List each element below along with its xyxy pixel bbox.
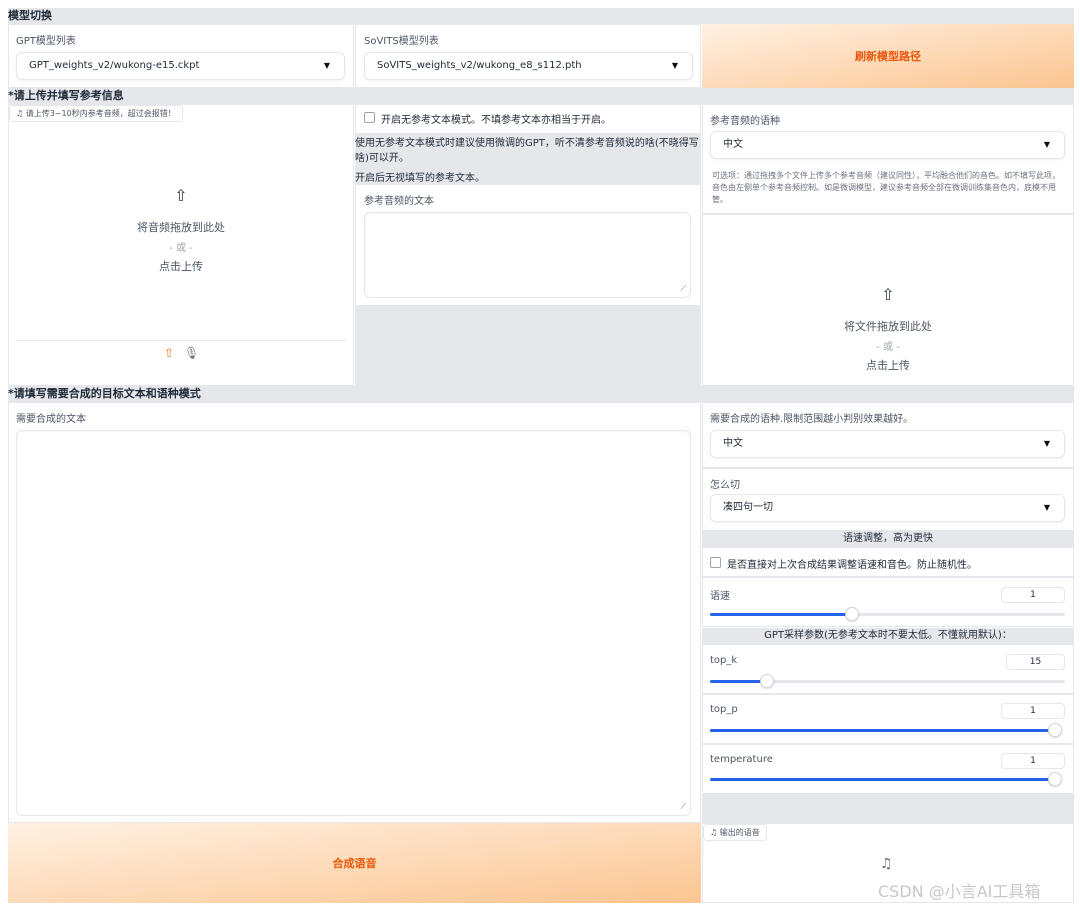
right-filler [702,794,1074,823]
ref-text-input[interactable]: ⟋ [364,212,691,298]
cut-method-select[interactable]: 凑四句一切 ▼ [710,494,1065,522]
top-k-slider-thumb[interactable] [759,674,774,688]
speed-header: 语速调整，高为更快 [702,531,1074,547]
top-p-number-input[interactable]: 1 [1001,703,1065,719]
resize-handle[interactable]: ⟋ [680,802,686,812]
chevron-down-icon: ▼ [1043,503,1050,512]
target-text-label: 需要合成的文本 [16,414,86,425]
speed-label: 语速 [710,591,730,602]
sovits-model-value: SoVITS_weights_v2/wukong_e8_s112.pth [377,60,582,71]
ref-lang-select[interactable]: 中文 ▼ [710,131,1065,159]
temperature-slider-thumb[interactable] [1048,772,1062,786]
target-text-input[interactable]: ⟋ [16,430,691,816]
sovits-model-label: SoVITS模型列表 [364,36,439,47]
target-lang-label: 需要合成的语种.限制范围越小判别效果越好。 [710,414,914,425]
output-audio-chip-text: 输出的语音 [719,828,760,837]
speed-checkbox-label: 是否直接对上次合成结果调整语速和音色。防止随机性。 [727,560,977,571]
multi-upload-click-text: 点击上传 [866,359,910,372]
speed-slider[interactable] [710,607,1065,621]
speed-slider-thumb[interactable] [845,607,859,621]
cut-method-value: 凑四句一切 [723,502,773,513]
target-lang-value: 中文 [723,438,743,449]
synthesize-button[interactable]: 合成语音 [8,823,701,903]
ref-audio-click-text: 点击上传 [159,260,203,273]
temperature-slider-fill [710,778,1055,781]
temperature-number-input[interactable]: 1 [1001,753,1065,769]
music-note-icon: ♫ [710,828,718,837]
upload-icon[interactable]: ⇧ [164,346,174,360]
output-audio-chip: ♫ 输出的语音 [703,824,767,841]
top-p-panel [702,694,1074,744]
top-p-slider[interactable] [710,723,1062,737]
chevron-down-icon: ▼ [1043,140,1050,149]
resize-handle[interactable]: ⟋ [680,284,686,294]
section-target-title: *请填写需要合成的目标文本和语种模式 [8,386,1074,402]
section-model-switch-title: 模型切换 [8,9,52,22]
top-p-label: top_p [710,704,738,715]
chevron-down-icon: ▼ [1043,439,1050,448]
multi-upload-dropzone[interactable]: ⇧ 将文件拖放到此处 - 或 - 点击上传 [702,285,1074,373]
section-reference-title: *请上传并填写参考信息 [8,88,1074,104]
refresh-models-button[interactable]: 刷新模型路径 [702,24,1074,88]
chevron-down-icon: ▼ [671,61,678,70]
multi-upload-drop-text: 将文件拖放到此处 [844,320,932,333]
no-ref-info-line2: 开启后无视填写的参考文本。 [355,173,485,184]
no-ref-checkbox[interactable] [364,112,375,123]
ref-audio-chip: ♫ 请上传3~10秒内参考音频，超过会报错！ [9,105,183,122]
top-k-slider-fill [710,680,767,683]
target-lang-select[interactable]: 中文 ▼ [710,430,1065,458]
sovits-model-select[interactable]: SoVITS_weights_v2/wukong_e8_s112.pth ▼ [364,52,693,80]
ref-audio-dropzone[interactable]: ⇧ 将音频拖放到此处 - 或 - 点击上传 [8,186,354,274]
ref-audio-drop-text: 将音频拖放到此处 [137,221,225,234]
ref-audio-divider [16,340,346,341]
multi-upload-or-text: - 或 - [876,342,900,353]
no-ref-info-line1: 使用无参考文本模式时建议使用微调的GPT，听不清参考音频说的啥(不晓得写啥)可以… [355,138,699,164]
gpt-model-label: GPT模型列表 [16,36,76,47]
ref-text-label: 参考音频的文本 [364,196,434,207]
ref-audio-or-text: - 或 - [169,243,193,254]
temperature-label: temperature [710,754,773,765]
upload-icon: ⇧ [174,186,188,205]
ref-audio-chip-text: 请上传3~10秒内参考音频，超过会报错！ [25,109,176,118]
microphone-icon[interactable]: 🎙 [184,346,199,360]
gpt-params-header: GPT采样参数(无参考文本时不要太低。不懂就用默认)： [702,628,1074,644]
temperature-slider[interactable] [710,772,1062,786]
chevron-down-icon: ▼ [323,61,330,70]
speed-slider-fill [710,613,852,616]
music-note-icon: ♫ [880,856,893,872]
ref-lang-hint: 可选项：通过拖拽多个文件上传多个参考音频（建议同性），平均融合他们的音色。如不填… [712,171,1060,204]
gpt-model-value: GPT_weights_v2/wukong-e15.ckpt [29,60,200,71]
top-k-slider[interactable] [710,674,1065,688]
speed-number-input[interactable]: 1 [1001,587,1065,603]
middle-filler [355,306,701,386]
watermark: CSDN @小言AI工具箱 [878,882,1041,901]
top-k-number-input[interactable]: 15 [1006,654,1065,670]
top-p-slider-fill [710,729,1055,732]
gpt-model-select[interactable]: GPT_weights_v2/wukong-e15.ckpt ▼ [16,52,345,80]
top-band [8,8,1074,24]
no-ref-checkbox-label: 开启无参考文本模式。不填参考文本亦相当于开启。 [381,115,611,126]
cut-method-label: 怎么切 [710,480,740,491]
top-p-slider-thumb[interactable] [1048,723,1062,737]
ref-lang-label: 参考音频的语种 [710,116,780,127]
speed-checkbox[interactable] [710,557,721,568]
ref-lang-value: 中文 [723,139,743,150]
temperature-panel [702,744,1074,794]
upload-icon: ⇧ [881,285,895,304]
music-note-icon: ♫ [16,109,24,118]
top-k-label: top_k [710,655,738,666]
